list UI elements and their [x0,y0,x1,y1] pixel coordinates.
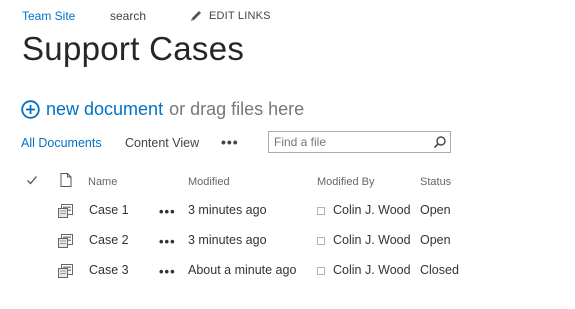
column-header-name[interactable]: Name [88,176,117,188]
presence-icon [317,267,325,275]
find-file-box [268,131,451,153]
row-menu-button[interactable]: ••• [159,234,176,249]
form-file-icon [58,204,73,218]
views-more-button[interactable]: ••• [221,134,239,150]
select-all-checkmark-icon[interactable] [26,174,38,186]
form-file-icon [58,234,73,248]
row-name-link[interactable]: Case 2 [89,233,129,247]
column-header-modified-by[interactable]: Modified By [317,176,374,188]
search-icon[interactable] [433,135,447,149]
column-header-status[interactable]: Status [420,176,451,188]
row-menu-button[interactable]: ••• [159,204,176,219]
new-document-link[interactable]: new document [46,99,163,120]
team-site-link[interactable]: Team Site [22,9,75,23]
row-status: Open [420,233,451,247]
view-content-view[interactable]: Content View [125,136,199,150]
row-modified: 3 minutes ago [188,203,267,217]
pencil-icon [191,11,201,21]
table-row[interactable]: Case 2 ••• 3 minutes ago Colin J. Wood O… [0,233,575,263]
new-document-bar: new document or drag files here [21,99,304,120]
table-row[interactable]: Case 3 ••• About a minute ago Colin J. W… [0,263,575,293]
table-row[interactable]: Case 1 ••• 3 minutes ago Colin J. Wood O… [0,203,575,233]
row-modified-by[interactable]: Colin J. Wood [333,203,411,217]
plus-circle-icon[interactable] [21,100,40,119]
edit-links-label: EDIT LINKS [209,10,271,22]
row-name-link[interactable]: Case 3 [89,263,129,277]
row-name-link[interactable]: Case 1 [89,203,129,217]
form-file-icon [58,264,73,278]
row-modified: About a minute ago [188,263,297,277]
edit-links-button[interactable]: EDIT LINKS [189,9,271,23]
row-modified-by[interactable]: Colin J. Wood [333,233,411,247]
find-file-input[interactable] [269,135,429,149]
row-menu-button[interactable]: ••• [159,264,176,279]
search-link[interactable]: search [110,9,146,23]
page-title: Support Cases [22,30,245,67]
presence-icon [317,237,325,245]
row-modified-by[interactable]: Colin J. Wood [333,263,411,277]
drag-files-text: or drag files here [169,99,305,119]
presence-icon [317,207,325,215]
document-type-icon [60,173,72,187]
row-status: Closed [420,263,459,277]
view-all-documents[interactable]: All Documents [21,136,102,150]
row-status: Open [420,203,451,217]
column-header-modified[interactable]: Modified [188,176,230,188]
row-modified: 3 minutes ago [188,233,267,247]
